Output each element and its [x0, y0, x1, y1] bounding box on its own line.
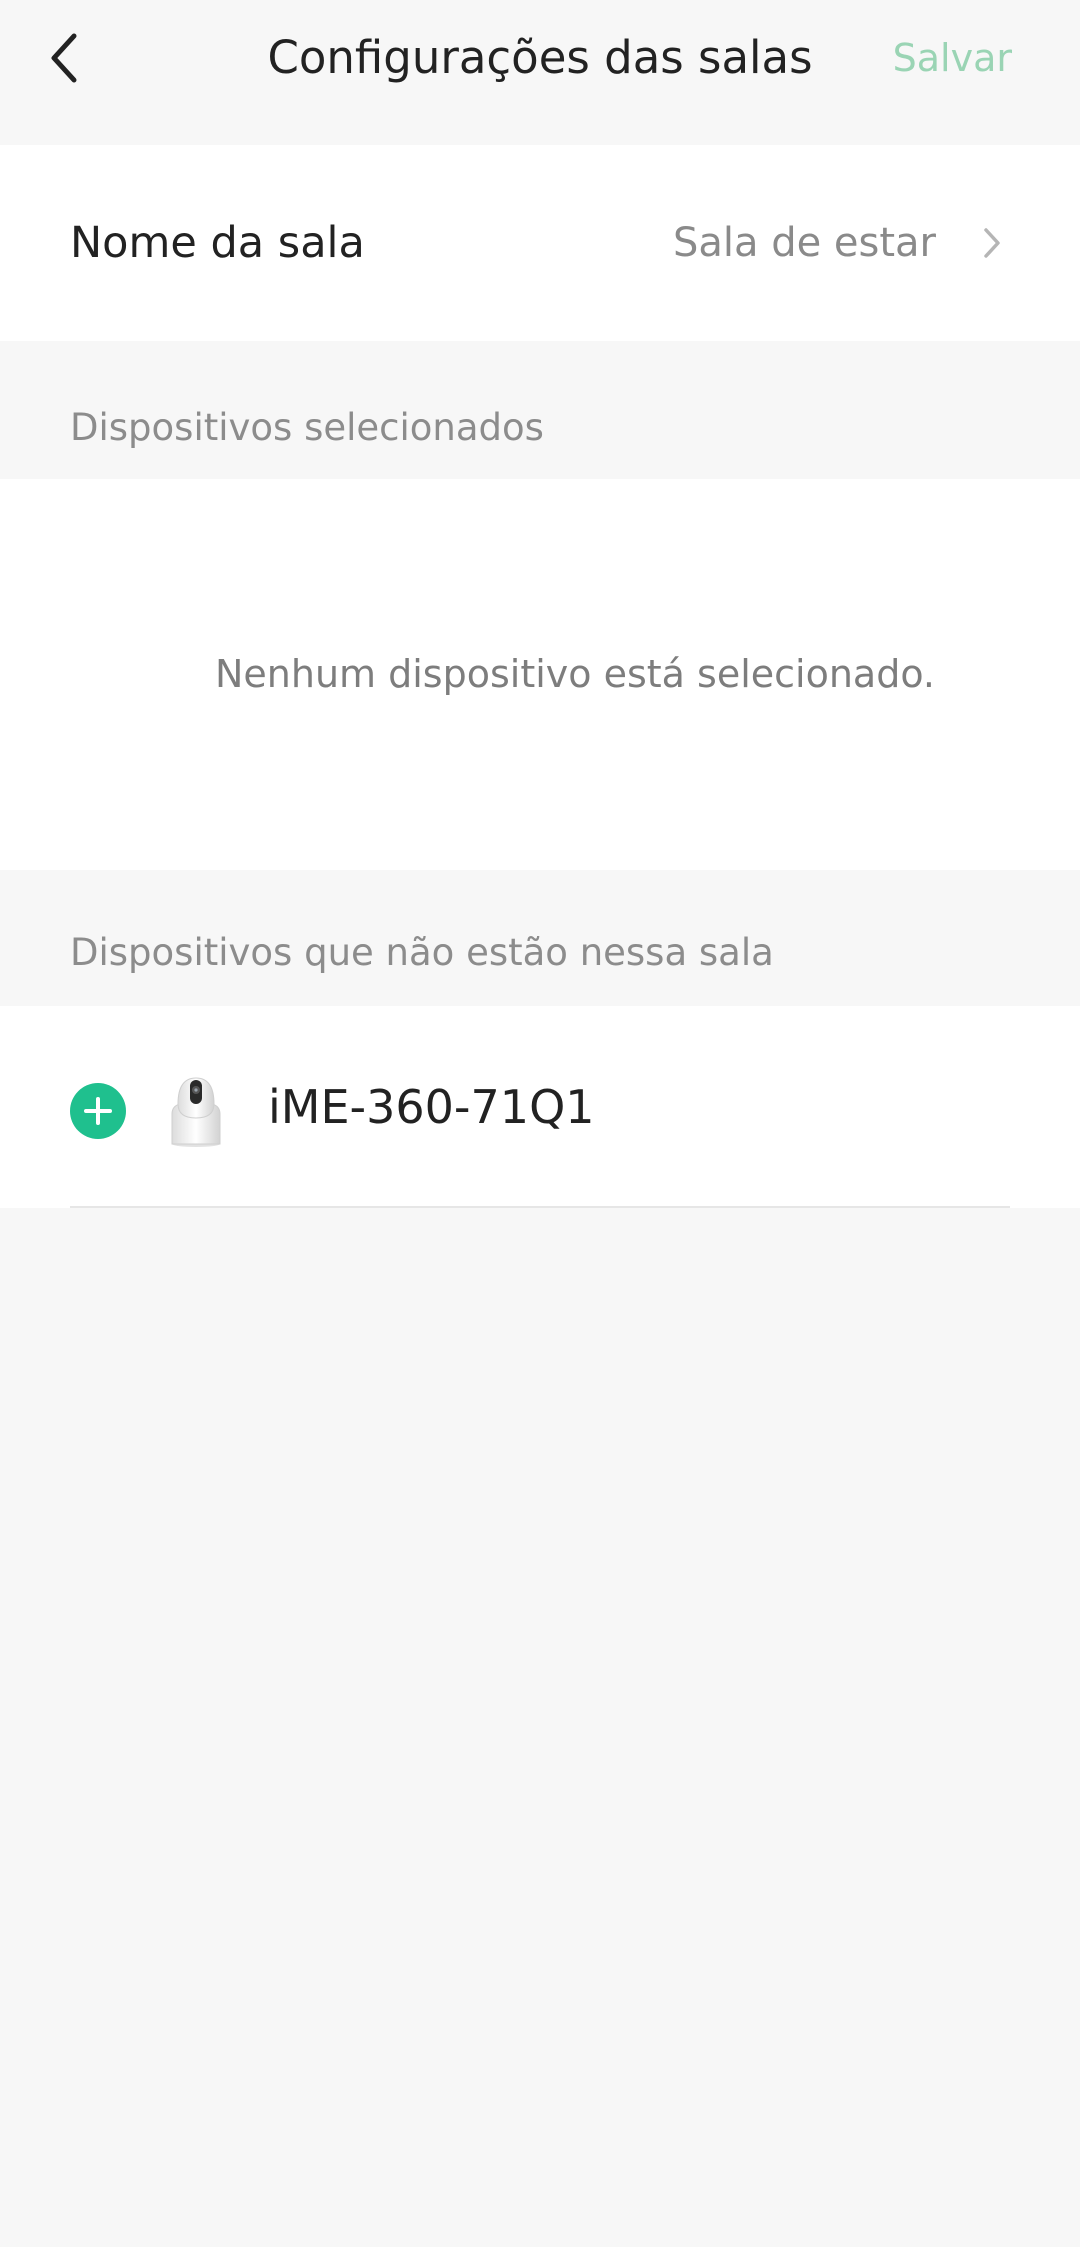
selected-devices-empty-state: Nenhum dispositivo está selecionado. — [0, 479, 1080, 870]
camera-icon — [171, 1077, 221, 1147]
list-divider — [70, 1206, 1010, 1208]
room-name-row[interactable]: Nome da sala Sala de estar — [0, 145, 1080, 341]
room-name-label: Nome da sala — [70, 218, 365, 268]
selected-devices-section-header: Dispositivos selecionados — [0, 341, 1080, 479]
other-devices-heading: Dispositivos que não estão nessa sala — [70, 931, 774, 974]
chevron-left-icon — [51, 33, 77, 83]
plus-circle-icon[interactable] — [70, 1083, 126, 1139]
selected-devices-heading: Dispositivos selecionados — [70, 406, 544, 449]
other-devices-section-header: Dispositivos que não estão nessa sala — [0, 870, 1080, 1006]
back-button[interactable] — [36, 22, 92, 94]
save-button[interactable]: Salvar — [893, 22, 1012, 94]
top-bar: Configurações das salas Salvar — [0, 0, 1080, 145]
empty-message: Nenhum dispositivo está selecionado. — [214, 652, 936, 696]
list-item: iME-360-71Q1 — [0, 1006, 1080, 1208]
room-name-value: Sala de estar — [672, 220, 936, 266]
chevron-right-icon — [970, 221, 1014, 265]
device-name: iME-360-71Q1 — [268, 1080, 595, 1134]
